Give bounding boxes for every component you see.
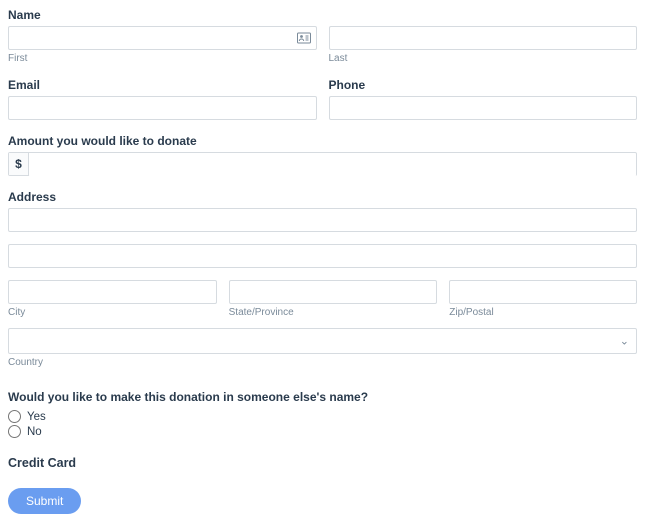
first-name-input[interactable] <box>8 26 317 50</box>
address-line1-input[interactable] <box>8 208 637 232</box>
email-label: Email <box>8 78 317 92</box>
name-label: Name <box>8 8 637 22</box>
country-sublabel: Country <box>8 357 637 368</box>
contact-card-icon <box>297 33 311 44</box>
country-select[interactable] <box>8 328 637 354</box>
phone-label: Phone <box>329 78 638 92</box>
last-name-sublabel: Last <box>329 53 638 64</box>
first-name-sublabel: First <box>8 53 317 64</box>
address-label: Address <box>8 190 637 204</box>
honor-no-label: No <box>27 426 42 438</box>
city-input[interactable] <box>8 280 217 304</box>
state-sublabel: State/Province <box>229 307 438 318</box>
address-line2-input[interactable] <box>8 244 637 268</box>
honor-yes-label: Yes <box>27 411 46 423</box>
state-input[interactable] <box>229 280 438 304</box>
honor-question-label: Would you like to make this donation in … <box>8 390 637 404</box>
honor-no-radio[interactable] <box>8 425 21 438</box>
phone-input[interactable] <box>329 96 638 120</box>
last-name-input[interactable] <box>329 26 638 50</box>
honor-yes-radio[interactable] <box>8 410 21 423</box>
submit-button[interactable]: Submit <box>8 488 81 514</box>
zip-sublabel: Zip/Postal <box>449 307 637 318</box>
currency-prefix: $ <box>9 153 29 175</box>
amount-input[interactable] <box>29 153 636 177</box>
amount-input-wrap: $ <box>8 152 637 176</box>
city-sublabel: City <box>8 307 217 318</box>
zip-input[interactable] <box>449 280 637 304</box>
email-input[interactable] <box>8 96 317 120</box>
amount-label: Amount you would like to donate <box>8 134 637 148</box>
credit-card-label: Credit Card <box>8 456 637 470</box>
